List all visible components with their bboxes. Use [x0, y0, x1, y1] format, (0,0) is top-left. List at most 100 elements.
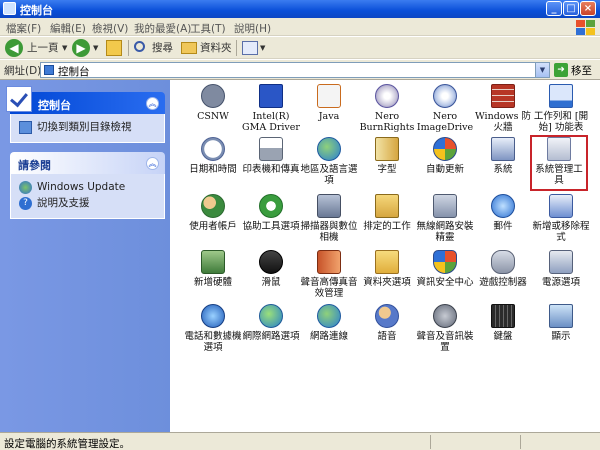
address-dropdown-icon[interactable]: ▼	[535, 63, 549, 77]
menu-tools[interactable]: 工具(T)	[190, 21, 226, 36]
search-icon[interactable]	[134, 41, 145, 52]
views-icon[interactable]	[242, 41, 258, 55]
item-automatic-updates[interactable]: 自動更新	[416, 137, 474, 199]
scanners-cameras-icon	[317, 194, 341, 218]
mail-icon	[491, 194, 515, 218]
windows-update-link[interactable]: Windows Update	[19, 180, 156, 196]
item-label: Nero ImageDrive	[416, 111, 474, 133]
item-label: 顯示	[551, 331, 571, 342]
see-also-panel-header[interactable]: 請參閱 ︽	[10, 152, 165, 174]
speech-icon	[375, 304, 399, 328]
item-date-time[interactable]: 日期和時間	[184, 137, 242, 199]
address-input[interactable]: 控制台 ▼	[40, 62, 550, 78]
go-button[interactable]: ➜ 移至	[552, 62, 598, 78]
item-scheduled-tasks[interactable]: 排定的工作	[358, 194, 416, 256]
item-label: 語音	[377, 331, 397, 342]
panel-body: 切換到類別目錄檢視	[10, 114, 165, 143]
close-button[interactable]: ×	[580, 1, 596, 16]
item-label: 印表機和傳真	[242, 164, 300, 175]
help-support-label: 說明及支援	[37, 197, 90, 209]
menu-favorites[interactable]: 我的最愛(A)	[134, 21, 191, 36]
back-dropdown-icon[interactable]: ▼	[62, 40, 67, 57]
item-sounds-audio[interactable]: 聲音及音訊裝置	[416, 304, 474, 366]
item-label: 字型	[377, 164, 397, 175]
mouse-icon	[259, 250, 283, 274]
menu-file[interactable]: 檔案(F)	[6, 21, 41, 36]
item-label: 滑鼠	[261, 277, 281, 288]
collapse-icon[interactable]: ︽	[146, 157, 159, 170]
item-fonts[interactable]: 字型	[358, 137, 416, 199]
switch-to-category-view-label: 切換到類別目錄檢視	[37, 121, 132, 133]
power-options-icon	[549, 250, 573, 274]
control-panel-check-icon	[6, 86, 32, 112]
control-panel-panel-header[interactable]: 控制台 ︽	[6, 86, 165, 114]
item-label: 鍵盤	[493, 331, 513, 342]
item-label: 新增或移除程式	[532, 221, 590, 243]
printers-fax-icon	[259, 137, 283, 161]
item-label: 資訊安全中心	[416, 277, 474, 288]
item-printers-fax[interactable]: 印表機和傳真	[242, 137, 300, 199]
windows-logo-icon	[574, 19, 596, 35]
item-accessibility[interactable]: 協助工具選項	[242, 194, 300, 256]
item-speech[interactable]: 語音	[358, 304, 416, 366]
item-audio-manager[interactable]: 聲音高傳真音效管理	[300, 250, 358, 312]
menu-help[interactable]: 說明(H)	[234, 21, 271, 36]
task-pane: 控制台 ︽ 切換到類別目錄檢視 請參閱 ︽ Windows Update ? 說…	[0, 80, 170, 432]
item-label: 系統	[493, 164, 513, 175]
collapse-icon[interactable]: ︽	[146, 97, 159, 110]
scheduled-tasks-icon	[375, 194, 399, 218]
folders-button[interactable]: 資料夾	[200, 40, 232, 57]
item-security-center[interactable]: 資訊安全中心	[416, 250, 474, 312]
item-label: 電源選項	[541, 277, 580, 288]
item-game-controllers[interactable]: 遊戲控制器	[474, 250, 532, 312]
taskbar-start-menu-icon	[549, 84, 573, 108]
search-button[interactable]: 搜尋	[152, 40, 173, 57]
firewall-icon	[491, 84, 515, 108]
menu-view[interactable]: 檢視(V)	[92, 21, 128, 36]
forward-button[interactable]: ▶	[72, 39, 90, 57]
add-hardware-icon	[201, 250, 225, 274]
item-label: 協助工具選項	[242, 221, 300, 232]
views-dropdown-icon[interactable]: ▼	[260, 40, 265, 57]
item-label: 無線網路安裝精靈	[416, 221, 474, 243]
forward-dropdown-icon[interactable]: ▼	[93, 40, 98, 57]
status-text: 設定電腦的系統管理設定。	[4, 438, 130, 450]
control-panel-icon	[44, 65, 54, 75]
item-add-remove-programs[interactable]: 新增或移除程式	[532, 194, 590, 256]
nero-burnrights-icon	[375, 84, 399, 108]
minimize-button[interactable]: _	[546, 1, 562, 16]
item-label: 使用者帳戶	[189, 221, 237, 232]
menu-edit[interactable]: 編輯(E)	[50, 21, 86, 36]
item-internet-options[interactable]: 網際網路選項	[242, 304, 300, 366]
item-label: 排定的工作	[363, 221, 411, 232]
back-button[interactable]: 上一頁	[27, 40, 59, 57]
item-phone-modem[interactable]: 電話和數據機選項	[184, 304, 242, 366]
item-administrative-tools[interactable]: 系統管理工具	[530, 135, 588, 191]
up-folder-button[interactable]	[106, 40, 122, 56]
item-system[interactable]: 系統	[474, 137, 532, 199]
item-display[interactable]: 顯示	[532, 304, 590, 366]
go-arrow-icon: ➜	[554, 63, 568, 77]
item-mail[interactable]: 郵件	[474, 194, 532, 256]
item-keyboard[interactable]: 鍵盤	[474, 304, 532, 366]
item-regional-language[interactable]: 地區及語言選項	[300, 137, 358, 199]
wireless-network-setup-icon	[433, 194, 457, 218]
item-label: 聲音及音訊裝置	[416, 331, 474, 353]
maximize-button[interactable]: □	[563, 1, 579, 16]
toolbar: ◀ 上一頁 ▼ ▶ ▼ 搜尋 資料夾 ▼	[0, 37, 600, 59]
keyboard-icon	[491, 304, 515, 328]
item-wireless-network-setup[interactable]: 無線網路安裝精靈	[416, 194, 474, 256]
item-scanners-cameras[interactable]: 掃描器與數位相機	[300, 194, 358, 256]
item-network-connections[interactable]: 網路連線	[300, 304, 358, 366]
item-label: 網路連線	[309, 331, 348, 342]
item-folder-options[interactable]: 資料夾選項	[358, 250, 416, 312]
folder-icon[interactable]	[181, 42, 197, 54]
back-arrow-icon[interactable]: ◀	[5, 39, 23, 57]
switch-to-category-view-link[interactable]: 切換到類別目錄檢視	[19, 120, 156, 136]
help-support-link[interactable]: ? 說明及支援	[19, 196, 156, 212]
item-power-options[interactable]: 電源選項	[532, 250, 590, 312]
automatic-updates-icon	[433, 137, 457, 161]
item-user-accounts[interactable]: 使用者帳戶	[184, 194, 242, 256]
item-add-hardware[interactable]: 新增硬體	[184, 250, 242, 312]
item-mouse[interactable]: 滑鼠	[242, 250, 300, 312]
